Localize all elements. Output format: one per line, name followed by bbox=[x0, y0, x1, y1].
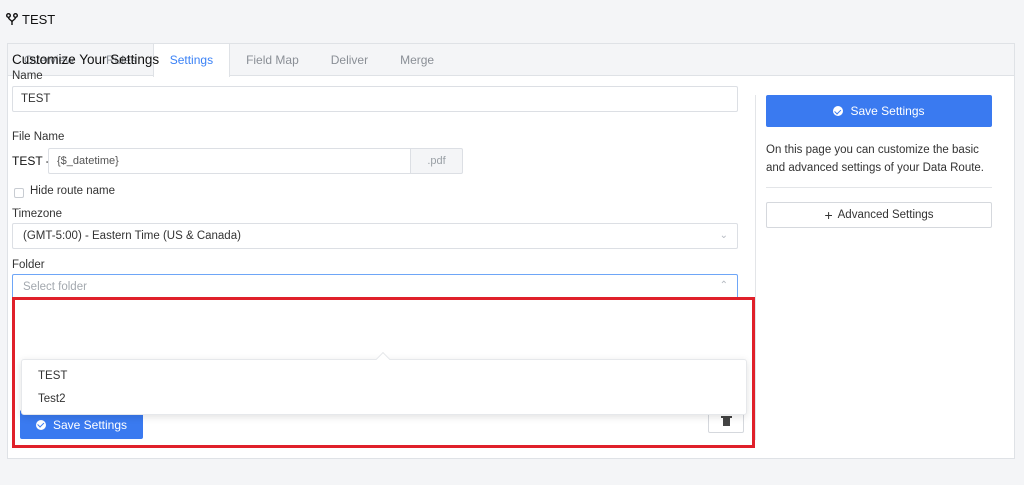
name-label: Name bbox=[12, 70, 43, 82]
timezone-label: Timezone bbox=[12, 208, 63, 220]
tab-field-map[interactable]: Field Map bbox=[230, 44, 315, 76]
advanced-settings-label: Advanced Settings bbox=[837, 209, 934, 221]
section-title: Customize Your Settings bbox=[12, 52, 160, 67]
sidebar-divider bbox=[766, 187, 992, 188]
page-title: TEST bbox=[22, 11, 56, 27]
check-circle-icon bbox=[833, 106, 844, 116]
hide-route-label: Hide route name bbox=[30, 185, 116, 197]
tab-merge[interactable]: Merge bbox=[384, 44, 450, 76]
plus-icon: + bbox=[824, 207, 833, 223]
file-name-label: File Name bbox=[12, 131, 65, 143]
advanced-settings-button[interactable]: + Advanced Settings bbox=[766, 202, 992, 228]
name-input[interactable]: TEST bbox=[12, 86, 738, 112]
file-extension-suffix: .pdf bbox=[410, 148, 463, 174]
page-header: TEST bbox=[6, 10, 55, 28]
hide-route-checkbox[interactable] bbox=[14, 188, 24, 198]
sidebar-save-label: Save Settings bbox=[850, 104, 925, 118]
sidebar-save-settings-button[interactable]: Save Settings bbox=[766, 95, 992, 127]
folder-label: Folder bbox=[12, 259, 45, 271]
timezone-value: (GMT-5:00) - Eastern Time (US & Canada) bbox=[23, 230, 241, 242]
file-name-prefix: TEST - bbox=[12, 154, 50, 168]
file-name-input[interactable]: {$_datetime} bbox=[48, 148, 410, 174]
tab-deliver[interactable]: Deliver bbox=[315, 44, 384, 76]
highlight-box bbox=[12, 297, 755, 448]
route-fork-icon bbox=[6, 12, 18, 26]
chevron-up-icon: ⌃ bbox=[719, 280, 728, 291]
timezone-select[interactable]: (GMT-5:00) - Eastern Time (US & Canada) … bbox=[12, 223, 738, 249]
folder-placeholder: Select folder bbox=[23, 281, 87, 293]
sidebar-description: On this page you can customize the basic… bbox=[766, 144, 985, 174]
column-divider bbox=[755, 95, 756, 440]
chevron-down-icon: ⌄ bbox=[719, 230, 728, 241]
tab-settings[interactable]: Settings bbox=[152, 44, 231, 77]
